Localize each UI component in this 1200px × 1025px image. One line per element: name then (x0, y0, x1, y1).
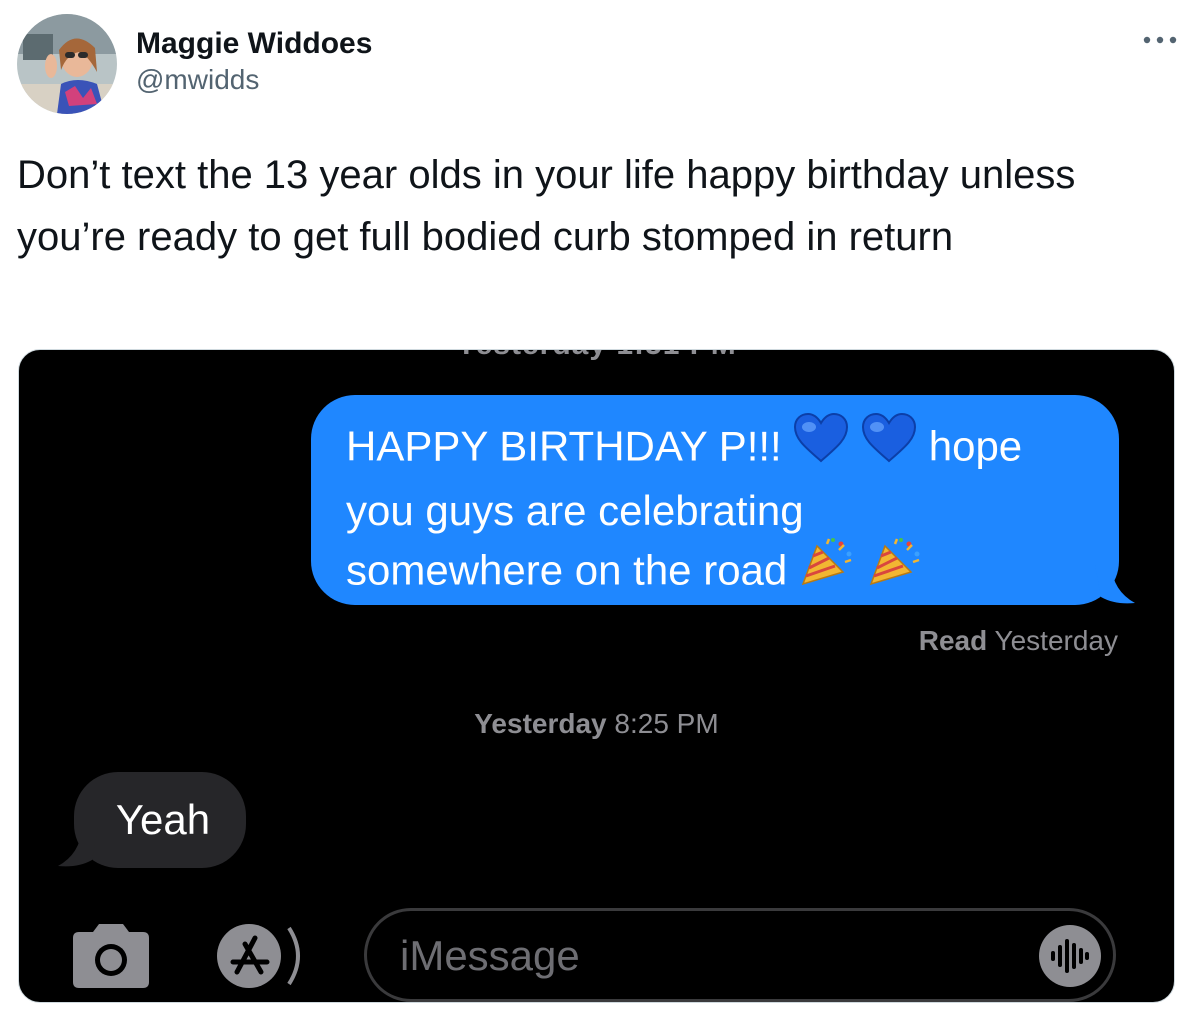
bubble-tail (1095, 565, 1135, 604)
received-message-text: Yeah (115, 796, 211, 843)
read-time: Yesterday (994, 625, 1119, 656)
read-status: Read (918, 625, 988, 656)
mid-timestamp-time: 8:25 PM (614, 708, 719, 739)
app-store-button[interactable] (215, 922, 315, 990)
mid-timestamp-day: Yesterday (474, 708, 607, 739)
audio-record-button[interactable] (1039, 925, 1101, 987)
author-display-name[interactable]: Maggie Widdoes (136, 26, 372, 62)
sent-message-text-3: somewhere on the road (346, 546, 799, 594)
sent-message-text-1b: hope (928, 422, 1023, 470)
tweet-text: Don’t text the 13 year olds in your life… (17, 153, 1076, 259)
tweet-author: Maggie Widdoes @mwidds (136, 26, 372, 98)
bubble-tail (58, 828, 98, 867)
avatar[interactable] (17, 14, 117, 114)
author-handle[interactable]: @mwidds (136, 62, 372, 98)
imessage-placeholder: iMessage (400, 932, 580, 979)
party-popper-icon (799, 536, 855, 603)
blue-heart-icon (793, 412, 849, 478)
blue-heart-icon (861, 412, 917, 478)
received-message-bubble: Yeah (58, 772, 246, 868)
sent-message-line-3: somewhere on the road (346, 538, 1089, 607)
sent-message-line-2: you guys are celebrating (346, 487, 804, 534)
mid-timestamp: Yesterday 8:25 PM (19, 708, 1174, 740)
tweet-media-image[interactable]: Yesterday 1:51 PM HAPPY BIRTHDAY P!!! ho… (18, 349, 1175, 1003)
sent-message-bubble: HAPPY BIRTHDAY P!!! hope you guys are ce… (311, 395, 1135, 607)
sent-message-text-1a: HAPPY BIRTHDAY P!!! (346, 422, 794, 470)
party-popper-icon (867, 536, 923, 603)
sent-message-line-1: HAPPY BIRTHDAY P!!! hope (346, 412, 1089, 482)
top-timestamp: Yesterday 1:51 PM (19, 350, 1174, 362)
audio-waveform-icon (1051, 939, 1089, 973)
camera-button[interactable] (67, 922, 155, 990)
ellipsis-icon (1143, 36, 1177, 44)
more-options-button[interactable] (1140, 28, 1180, 52)
read-receipt: Read Yesterday (919, 625, 1118, 657)
imessage-input[interactable]: iMessage (364, 908, 1116, 1002)
app-store-icon (217, 924, 300, 988)
camera-icon (73, 924, 149, 988)
